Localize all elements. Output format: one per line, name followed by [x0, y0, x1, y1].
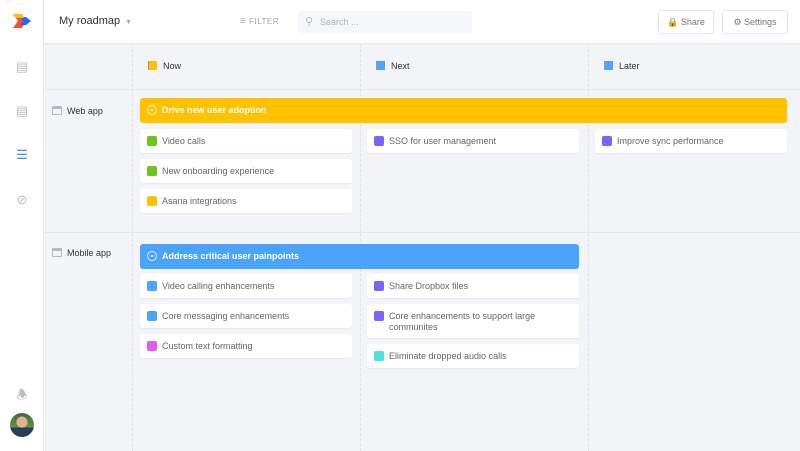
lane-name: Web app	[67, 106, 103, 116]
lane-name: Mobile app	[67, 248, 112, 258]
feature-card[interactable]: Eliminate dropped audio calls	[367, 344, 579, 368]
flag-icon	[148, 61, 157, 70]
lane-divider	[44, 232, 800, 233]
feature-card[interactable]: Custom text formatting	[140, 334, 352, 358]
feature-card[interactable]: Share Dropbox files	[367, 274, 579, 298]
card-label: Custom text formatting	[162, 341, 253, 351]
feature-card[interactable]: Core enhancements to support large commu…	[367, 304, 579, 338]
lane-label-web-app[interactable]: Web app	[52, 106, 103, 116]
lane-icon	[52, 248, 62, 257]
share-button[interactable]: 🔒 Share	[658, 10, 714, 34]
chevron-down-icon: ▼	[125, 19, 133, 26]
card-label: Asana integrations	[162, 196, 237, 206]
gear-icon: ⚙	[733, 17, 742, 27]
goal-banner[interactable]: Address critical user painpoints	[140, 244, 579, 269]
column-header-later[interactable]: Later	[588, 44, 800, 90]
notes-icon[interactable]: ▤	[14, 103, 30, 119]
goal-banner[interactable]: Drive new user adoption	[140, 98, 787, 123]
card-label: New onboarding experience	[162, 166, 275, 176]
column-header-next[interactable]: Next	[360, 44, 588, 90]
lane-label-mobile-app[interactable]: Mobile app	[52, 248, 111, 258]
app-logo[interactable]	[13, 14, 31, 28]
feature-card[interactable]: Asana integrations	[140, 189, 352, 213]
feature-card[interactable]: Improve sync performance	[595, 129, 787, 153]
top-bar: My roadmap ▼ ≡ FILTER ⚲ Search ... 🔒 Share…	[44, 0, 800, 44]
status-color-icon	[147, 136, 157, 146]
search-input[interactable]: ⚲ Search ...	[298, 11, 472, 33]
timeline-icon[interactable]: ☰	[14, 147, 30, 163]
lane-icon	[52, 106, 62, 115]
status-color-icon	[374, 311, 384, 321]
card-label: Improve sync performance	[617, 136, 724, 146]
status-color-icon	[374, 351, 384, 361]
roadmap-title: My roadmap	[59, 15, 121, 27]
filter-button[interactable]: ≡ FILTER	[240, 16, 279, 27]
roadmap-selector[interactable]: My roadmap ▼	[59, 15, 132, 27]
card-label: Core enhancements to support large commu…	[389, 311, 536, 332]
target-icon	[147, 251, 157, 261]
flag-icon	[604, 61, 613, 70]
column-header-empty	[44, 44, 132, 90]
insights-icon[interactable]: ⊘	[14, 192, 30, 208]
status-color-icon	[147, 341, 157, 351]
filter-label: FILTER	[249, 17, 280, 26]
card-label: Video calls	[162, 136, 206, 146]
filter-icon: ≡	[240, 16, 247, 27]
sidebar: ▤ ▤ ☰ ⊘ 🕭	[0, 0, 44, 451]
settings-label: Settings	[744, 17, 777, 27]
goal-label: Address critical user painpoints	[162, 251, 300, 261]
status-color-icon	[147, 311, 157, 321]
card-label: Share Dropbox files	[389, 281, 469, 291]
column-label: Next	[391, 61, 410, 71]
column-divider	[132, 44, 133, 451]
card-label: Eliminate dropped audio calls	[389, 351, 507, 361]
roadmap-list-icon[interactable]: ▤	[14, 59, 30, 75]
target-icon	[147, 105, 157, 115]
feature-card[interactable]: Core messaging enhancements	[140, 304, 352, 328]
column-header-now[interactable]: Now	[132, 44, 360, 90]
status-color-icon	[147, 196, 157, 206]
lock-icon: 🔒	[667, 17, 679, 27]
feature-card[interactable]: Video calls	[140, 129, 352, 153]
status-color-icon	[147, 166, 157, 176]
avatar[interactable]	[10, 413, 34, 437]
feature-card[interactable]: SSO for user management	[367, 129, 579, 153]
settings-button[interactable]: ⚙ Settings	[722, 10, 788, 34]
feature-card[interactable]: New onboarding experience	[140, 159, 352, 183]
status-color-icon	[374, 281, 384, 291]
flag-icon	[376, 61, 385, 70]
feature-card[interactable]: Video calling enhancements	[140, 274, 352, 298]
search-icon: ⚲	[305, 16, 314, 28]
search-placeholder: Search ...	[320, 17, 359, 27]
card-label: Video calling enhancements	[162, 281, 275, 291]
column-label: Now	[163, 61, 182, 71]
status-color-icon	[147, 281, 157, 291]
status-color-icon	[374, 136, 384, 146]
goal-label: Drive new user adoption	[162, 105, 267, 115]
bell-icon[interactable]: 🕭	[14, 387, 30, 403]
share-label: Share	[680, 17, 705, 27]
card-label: Core messaging enhancements	[162, 311, 290, 321]
column-label: Later	[619, 61, 640, 71]
card-label: SSO for user management	[389, 136, 497, 146]
status-color-icon	[602, 136, 612, 146]
